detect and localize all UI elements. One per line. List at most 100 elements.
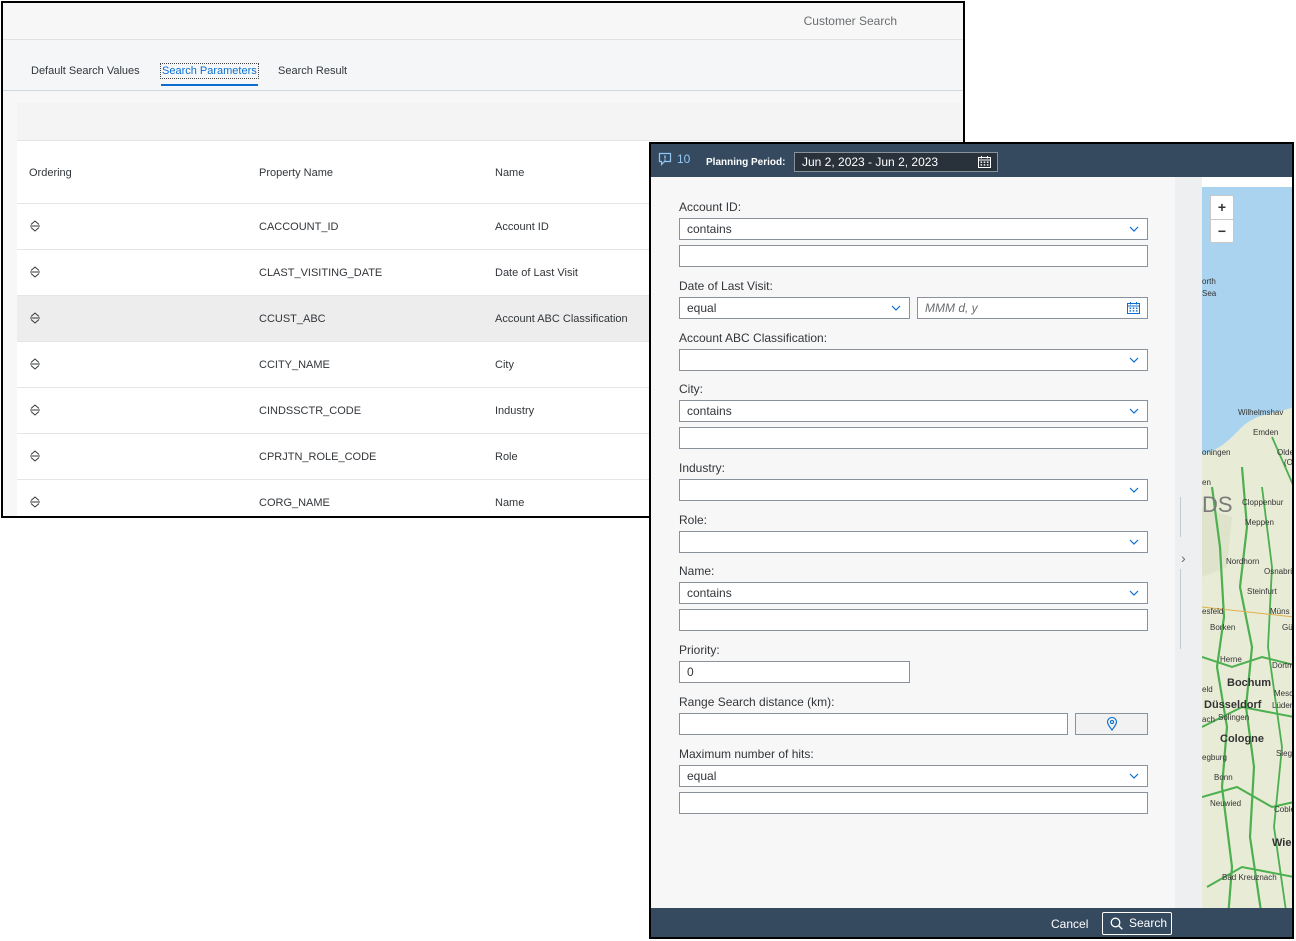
map-place-label: Osnabrüc xyxy=(1264,567,1292,576)
calendar-icon[interactable] xyxy=(1127,302,1140,314)
name-cell: City xyxy=(495,359,514,371)
name-cell: Name xyxy=(495,497,525,509)
chevron-down-icon[interactable] xyxy=(1129,356,1139,364)
reorder-icon[interactable] xyxy=(29,450,41,462)
window-title: Customer Search xyxy=(803,14,897,28)
property-name-cell: CACCOUNT_ID xyxy=(259,221,339,233)
name-cell: Industry xyxy=(495,405,535,417)
map-place-label: Steinfurt xyxy=(1247,587,1277,596)
map-place-label: Olden xyxy=(1277,448,1294,457)
map-place-label: Cologne xyxy=(1220,733,1264,745)
reorder-icon[interactable] xyxy=(29,312,41,324)
map-place-label: Coble xyxy=(1274,805,1294,814)
role-select[interactable] xyxy=(679,531,1148,553)
planning-period-value: Jun 2, 2023 - Jun 2, 2023 xyxy=(802,155,939,169)
map-place-label: oningen xyxy=(1202,448,1231,457)
map-place-label: Mesc xyxy=(1274,689,1294,698)
map-place-label: Emden xyxy=(1253,428,1279,437)
chevron-right-icon[interactable]: › xyxy=(1181,550,1186,566)
map-place-label: Lüden xyxy=(1272,701,1294,710)
name-operator-value: contains xyxy=(687,586,732,600)
last-visit-date-input[interactable]: MMM d, y xyxy=(917,297,1148,319)
tab-bar: Default Search Values Search Parameters … xyxy=(3,40,963,91)
column-header-name[interactable]: Name xyxy=(495,167,524,179)
tab-default-search-values[interactable]: Default Search Values xyxy=(30,64,141,78)
city-label: City: xyxy=(679,382,703,396)
chevron-down-icon[interactable] xyxy=(1129,589,1139,597)
notification-icon xyxy=(658,152,672,166)
map-place-label: Düsseldorf xyxy=(1204,699,1262,711)
map-place-label: ach xyxy=(1202,715,1215,724)
priority-label: Priority: xyxy=(679,643,720,657)
notification-count: 10 xyxy=(677,152,691,166)
abc-label: Account ABC Classification: xyxy=(679,331,828,345)
city-input[interactable] xyxy=(679,427,1148,449)
map-place-label: Solingen xyxy=(1218,713,1250,722)
priority-input-value: 0 xyxy=(687,665,694,679)
map-place-label: esfeld xyxy=(1202,607,1224,616)
zoom-control: + − xyxy=(1210,195,1234,243)
abc-select[interactable] xyxy=(679,349,1148,371)
chevron-down-icon[interactable] xyxy=(891,304,901,312)
max-hits-operator-value: equal xyxy=(687,769,717,783)
zoom-in-button[interactable]: + xyxy=(1211,196,1233,220)
notification-indicator[interactable]: 10 xyxy=(658,152,690,166)
name-cell: Role xyxy=(495,451,518,463)
map-place-label: Müns xyxy=(1270,607,1290,616)
map-place-label: Sieger xyxy=(1276,749,1293,758)
reorder-icon[interactable] xyxy=(29,220,41,232)
location-button[interactable] xyxy=(1075,713,1148,735)
name-input[interactable] xyxy=(679,609,1148,631)
chevron-down-icon[interactable] xyxy=(1129,225,1139,233)
property-name-cell: CLAST_VISITING_DATE xyxy=(259,267,383,279)
map-view[interactable]: + − orth Sea Wilhelmshav Emden oningen Olden(… xyxy=(1202,187,1294,918)
account-id-operator-select[interactable]: contains xyxy=(679,218,1148,240)
range-distance-input[interactable] xyxy=(679,713,1068,735)
zoom-out-button[interactable]: − xyxy=(1211,220,1233,243)
search-icon xyxy=(1110,917,1123,930)
map-place-label: Bonn xyxy=(1214,773,1233,782)
name-label: Name: xyxy=(679,564,715,578)
chevron-down-icon[interactable] xyxy=(1129,772,1139,780)
city-operator-select[interactable]: contains xyxy=(679,400,1148,422)
max-hits-label: Maximum number of hits: xyxy=(679,747,814,761)
reorder-icon[interactable] xyxy=(29,404,41,416)
max-hits-operator-select[interactable]: equal xyxy=(679,765,1148,787)
dialog-header: 10 Planning Period: Jun 2, 2023 - Jun 2,… xyxy=(651,144,1292,177)
last-visit-label: Date of Last Visit: xyxy=(679,279,773,293)
name-cell: Account ID xyxy=(495,221,549,233)
max-hits-input[interactable] xyxy=(679,792,1148,814)
reorder-icon[interactable] xyxy=(29,358,41,370)
reorder-icon[interactable] xyxy=(29,266,41,278)
location-pin-icon xyxy=(1106,717,1118,731)
industry-select[interactable] xyxy=(679,479,1148,501)
map-place-label: Borken xyxy=(1210,623,1236,632)
map-panel-splitter[interactable]: › xyxy=(1175,177,1202,908)
last-visit-operator-select[interactable]: equal xyxy=(679,297,910,319)
account-id-input[interactable] xyxy=(679,245,1148,267)
search-form: Account ID: contains Date of Last Visit:… xyxy=(651,177,1175,908)
map-place-label: Wilhelmshav xyxy=(1238,408,1284,417)
chevron-down-icon[interactable] xyxy=(1129,486,1139,494)
search-button[interactable]: Search xyxy=(1102,912,1172,935)
column-header-ordering[interactable]: Ordering xyxy=(29,167,72,179)
property-name-cell: CCUST_ABC xyxy=(259,313,326,325)
city-operator-value: contains xyxy=(687,404,732,418)
map-place-label: Meppen xyxy=(1245,518,1274,527)
priority-input[interactable]: 0 xyxy=(679,661,910,683)
tab-search-parameters[interactable]: Search Parameters xyxy=(160,63,259,86)
map-place-label: Nordhorn xyxy=(1226,557,1260,566)
reorder-icon[interactable] xyxy=(29,496,41,508)
planning-period-field[interactable]: Jun 2, 2023 - Jun 2, 2023 xyxy=(794,152,998,172)
property-name-cell: CPRJTN_ROLE_CODE xyxy=(259,451,377,463)
chevron-down-icon[interactable] xyxy=(1129,538,1139,546)
name-operator-select[interactable]: contains xyxy=(679,582,1148,604)
chevron-down-icon[interactable] xyxy=(1129,407,1139,415)
column-header-property-name[interactable]: Property Name xyxy=(259,167,333,179)
tab-search-result[interactable]: Search Result xyxy=(277,64,348,78)
map-place-label: Bochum xyxy=(1227,677,1271,689)
calendar-icon[interactable] xyxy=(978,156,991,168)
cancel-button[interactable]: Cancel xyxy=(1051,917,1088,931)
map-place-label: Sea xyxy=(1202,289,1217,298)
map-place-label: en xyxy=(1202,478,1211,487)
